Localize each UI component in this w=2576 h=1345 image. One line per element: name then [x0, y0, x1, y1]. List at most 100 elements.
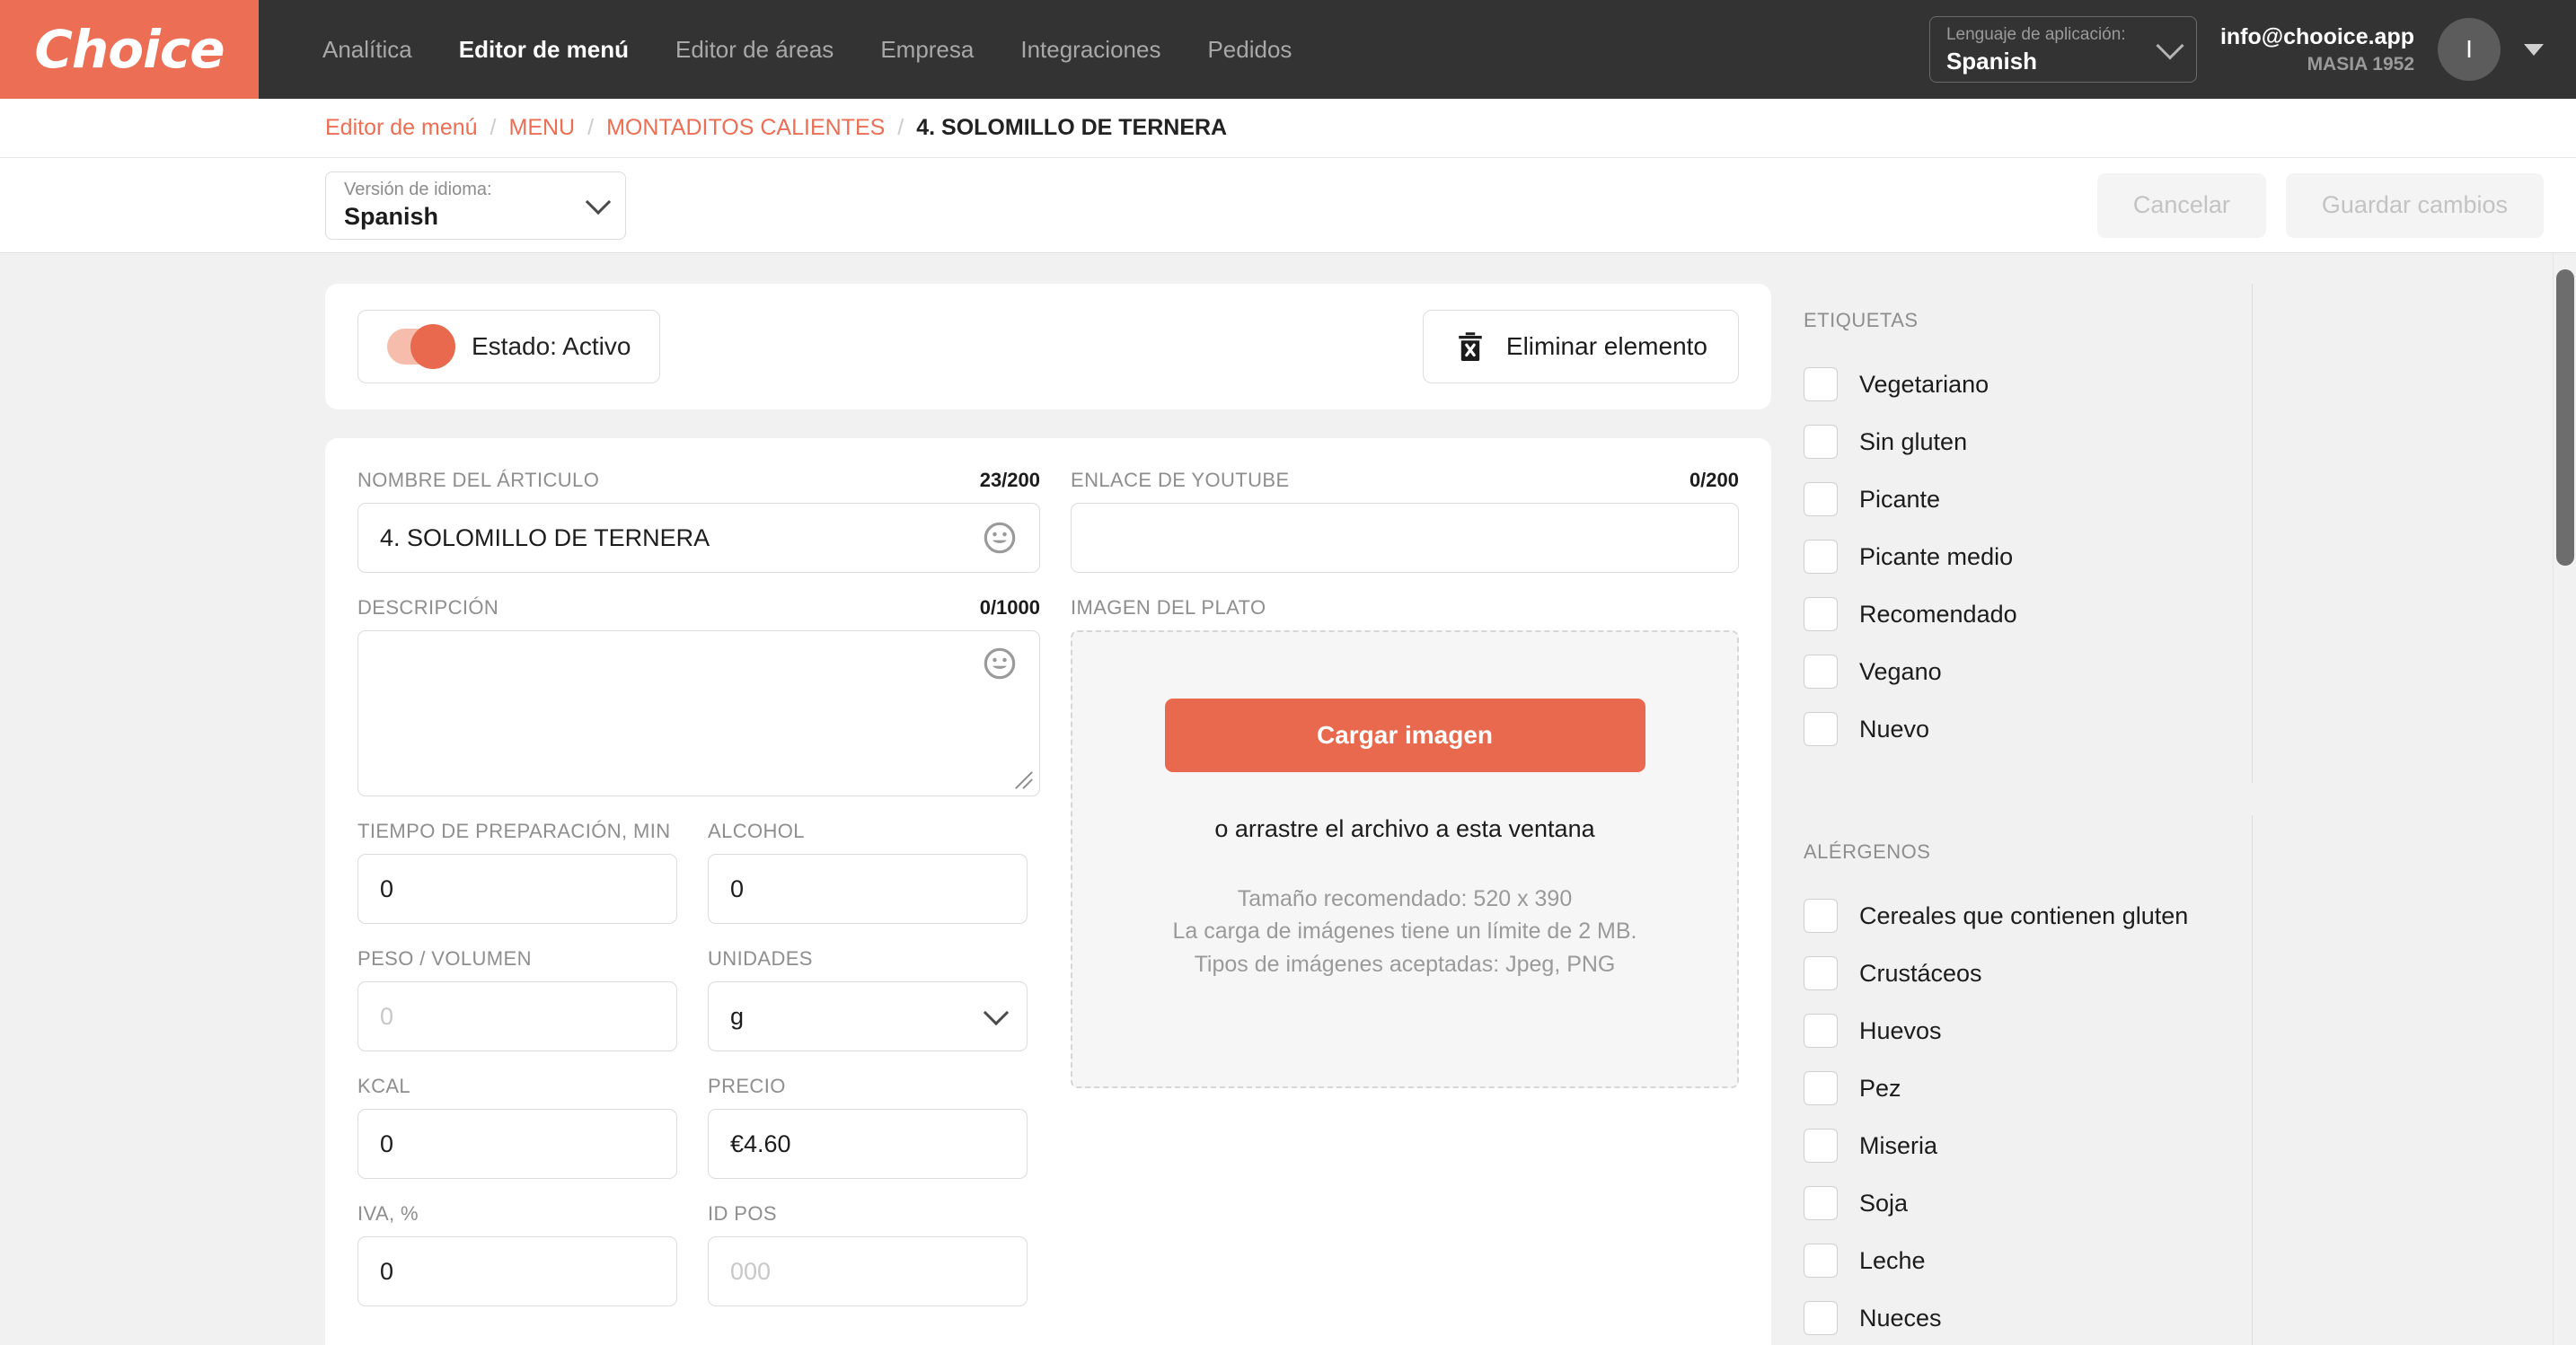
- kcal-value: 0: [380, 1130, 394, 1157]
- pos-id-label: ID POS: [708, 1202, 777, 1225]
- allergen-nueces[interactable]: Nueces: [1804, 1289, 2225, 1345]
- nav-item-empresa[interactable]: Empresa: [857, 36, 997, 64]
- alcohol-input[interactable]: 0: [708, 854, 1028, 924]
- allergen-leche[interactable]: Leche: [1804, 1232, 2225, 1289]
- field-weight-volume: PESO / VOLUMEN 0: [357, 947, 677, 1051]
- emoji-picker-icon[interactable]: [982, 520, 1018, 556]
- description-label: DESCRIPCIÓN: [357, 596, 499, 619]
- upload-image-button[interactable]: Cargar imagen: [1164, 699, 1645, 772]
- field-kcal: KCAL 0: [357, 1075, 677, 1179]
- tag-nuevo[interactable]: Nuevo: [1804, 700, 2225, 758]
- allergen-huevos[interactable]: Huevos: [1804, 1002, 2225, 1059]
- vertical-scrollbar[interactable]: [2553, 253, 2576, 1345]
- nav-item-integraciones[interactable]: Integraciones: [997, 36, 1184, 64]
- weight-volume-label: PESO / VOLUMEN: [357, 947, 532, 970]
- vat-value: 0: [380, 1257, 394, 1285]
- user-email: info@chooice.app: [2219, 24, 2414, 50]
- checkbox-icon[interactable]: [1804, 482, 1838, 516]
- resize-handle-icon[interactable]: [1014, 770, 1034, 790]
- trash-x-icon: [1459, 332, 1482, 362]
- weight-volume-input[interactable]: 0: [357, 981, 677, 1051]
- checkbox-icon[interactable]: [1804, 956, 1838, 990]
- price-input[interactable]: €4.60: [708, 1109, 1028, 1179]
- units-select[interactable]: g: [708, 981, 1028, 1051]
- item-name-input[interactable]: 4. SOLOMILLO DE TERNERA: [357, 503, 1040, 573]
- tag-vegetariano[interactable]: Vegetariano: [1804, 356, 2225, 413]
- brand-logo[interactable]: Choice: [0, 0, 259, 99]
- attributes-sidebar: ETIQUETAS Vegetariano Sin gluten Picante…: [1804, 284, 2253, 1345]
- avatar[interactable]: I: [2438, 18, 2501, 81]
- youtube-label: ENLACE DE YOUTUBE: [1071, 469, 1290, 491]
- allergen-pez[interactable]: Pez: [1804, 1059, 2225, 1117]
- tag-label: Vegano: [1859, 657, 1942, 685]
- checkbox-icon[interactable]: [1804, 597, 1838, 631]
- allergen-miseria[interactable]: Miseria: [1804, 1117, 2225, 1174]
- tag-recomendado[interactable]: Recomendado: [1804, 585, 2225, 643]
- hint-accepted-types: Tipos de imágenes aceptadas: Jpeg, PNG: [1194, 951, 1616, 977]
- checkbox-icon[interactable]: [1804, 1301, 1838, 1335]
- nav-item-pedidos[interactable]: Pedidos: [1184, 36, 1315, 64]
- user-organization: MASIA 1952: [2307, 53, 2414, 75]
- allergen-crustaceos[interactable]: Crustáceos: [1804, 945, 2225, 1002]
- scrollbar-thumb[interactable]: [2556, 269, 2574, 566]
- emoji-picker-icon[interactable]: [982, 646, 1018, 681]
- breadcrumb-separator: /: [897, 115, 904, 140]
- allergens-panel: ALÉRGENOS Cereales que contienen gluten …: [1804, 815, 2253, 1345]
- prep-time-input[interactable]: 0: [357, 854, 677, 924]
- allergen-label: Pez: [1859, 1074, 1901, 1102]
- nav-item-editor-de-menu[interactable]: Editor de menú: [436, 36, 652, 64]
- alcohol-value: 0: [730, 875, 745, 902]
- pos-id-input[interactable]: 000: [708, 1236, 1028, 1306]
- tag-label: Picante medio: [1859, 542, 2014, 570]
- delete-item-label: Eliminar elemento: [1505, 332, 1707, 360]
- nav-item-analitica[interactable]: Analítica: [299, 36, 436, 64]
- breadcrumb-item-1[interactable]: MENU: [509, 115, 576, 141]
- breadcrumb-item-0[interactable]: Editor de menú: [325, 115, 478, 141]
- tag-sin-gluten[interactable]: Sin gluten: [1804, 413, 2225, 470]
- youtube-input[interactable]: [1071, 503, 1739, 573]
- kcal-input[interactable]: 0: [357, 1109, 677, 1179]
- cancel-button[interactable]: Cancelar: [2096, 172, 2266, 238]
- field-pos-id: ID POS 000: [708, 1202, 1028, 1330]
- checkbox-icon[interactable]: [1804, 655, 1838, 689]
- item-name-value: 4. SOLOMILLO DE TERNERA: [380, 523, 710, 551]
- main-content-column: Estado: Activo Eliminar elemento NOMBRE …: [325, 284, 1771, 1345]
- breadcrumb-separator: /: [587, 115, 595, 140]
- checkbox-icon[interactable]: [1804, 367, 1838, 401]
- status-toggle[interactable]: Estado: Activo: [357, 310, 661, 383]
- field-item-name: NOMBRE DEL ÁRTICULO 23/200 4. SOLOMILLO …: [357, 469, 1040, 573]
- chevron-down-icon: [983, 999, 1010, 1026]
- save-changes-button[interactable]: Guardar cambios: [2285, 172, 2544, 238]
- allergen-label: Huevos: [1859, 1016, 1942, 1044]
- checkbox-icon[interactable]: [1804, 712, 1838, 746]
- checkbox-icon[interactable]: [1804, 1244, 1838, 1278]
- checkbox-icon[interactable]: [1804, 540, 1838, 574]
- checkbox-icon[interactable]: [1804, 1071, 1838, 1105]
- caret-down-icon[interactable]: [2524, 43, 2544, 56]
- breadcrumb-item-2[interactable]: MONTADITOS CALIENTES: [606, 115, 885, 141]
- nav-item-editor-de-areas[interactable]: Editor de áreas: [652, 36, 857, 64]
- language-version-select[interactable]: Versión de idioma: Spanish: [325, 171, 626, 240]
- field-youtube-link: ENLACE DE YOUTUBE 0/200: [1071, 469, 1739, 573]
- allergen-cereales-gluten[interactable]: Cereales que contienen gluten: [1804, 887, 2225, 945]
- checkbox-icon[interactable]: [1804, 1014, 1838, 1048]
- language-version-value: Spanish: [344, 203, 439, 231]
- tag-picante-medio[interactable]: Picante medio: [1804, 528, 2225, 585]
- tag-vegano[interactable]: Vegano: [1804, 643, 2225, 700]
- field-price: PRECIO €4.60: [708, 1075, 1028, 1202]
- delete-item-button[interactable]: Eliminar elemento: [1422, 310, 1739, 383]
- vat-label: IVA, %: [357, 1202, 419, 1225]
- tag-picante[interactable]: Picante: [1804, 470, 2225, 528]
- tag-label: Picante: [1859, 485, 1941, 513]
- units-label: UNIDADES: [708, 947, 813, 970]
- checkbox-icon[interactable]: [1804, 1129, 1838, 1163]
- app-language-select[interactable]: Lenguaje de aplicación: Spanish: [1928, 16, 2197, 83]
- weight-volume-placeholder: 0: [380, 1002, 394, 1030]
- vat-input[interactable]: 0: [357, 1236, 677, 1306]
- image-dropzone[interactable]: Cargar imagen o arrastre el archivo a es…: [1071, 630, 1739, 1088]
- checkbox-icon[interactable]: [1804, 425, 1838, 459]
- allergen-soja[interactable]: Soja: [1804, 1174, 2225, 1232]
- checkbox-icon[interactable]: [1804, 1186, 1838, 1220]
- checkbox-icon[interactable]: [1804, 899, 1838, 933]
- description-textarea[interactable]: [357, 630, 1040, 796]
